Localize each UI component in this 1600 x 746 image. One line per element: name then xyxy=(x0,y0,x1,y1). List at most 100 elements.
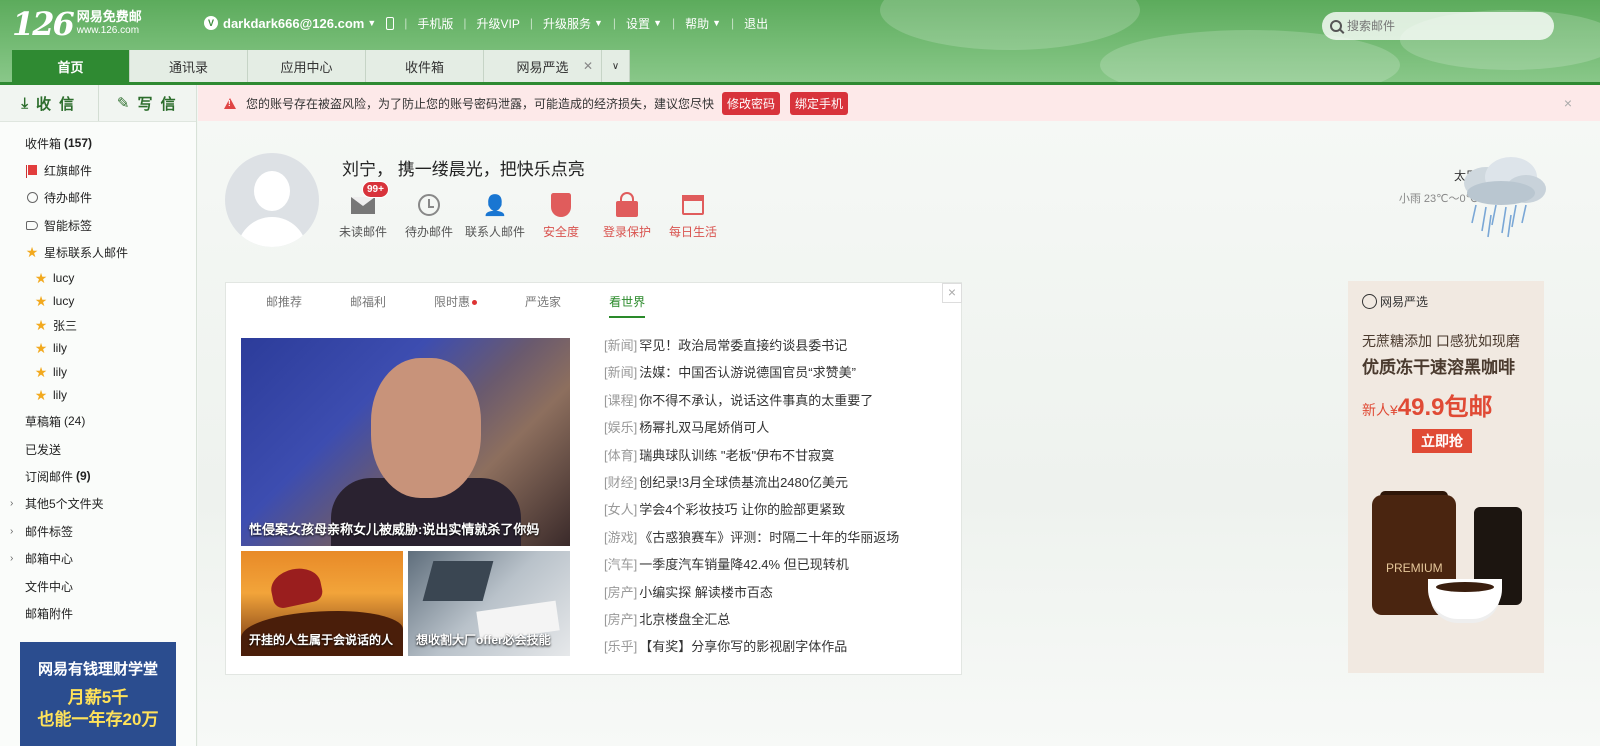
chevron-right-icon[interactable]: › xyxy=(10,526,13,537)
vip-badge-icon: V xyxy=(204,16,218,30)
news-thumb-image[interactable]: 想收割大厂offer必会技能 xyxy=(408,551,570,656)
folder-file-center[interactable]: 文件中心 xyxy=(0,574,196,598)
folder-other-folders[interactable]: › 其他5个文件夹 xyxy=(0,491,196,515)
tab-yanxuan[interactable]: 网易严选 ✕ xyxy=(484,50,602,83)
folder-starred-contacts[interactable]: ★ 星标联系人邮件 xyxy=(0,240,196,264)
close-icon[interactable]: × xyxy=(1564,95,1572,111)
folder-label: 其他5个文件夹 xyxy=(25,496,104,511)
starred-contact-item[interactable]: ★ lucy xyxy=(0,289,196,313)
stat-contact-mail[interactable]: 👤 联系人邮件 xyxy=(462,189,528,240)
news-feature-image[interactable]: 性侵案女孩母亲称女儿被威胁:说出实情就杀了你妈 xyxy=(241,338,570,546)
tab-contacts[interactable]: 通讯录 xyxy=(130,50,248,83)
download-icon: ⤓ xyxy=(21,94,30,112)
chevron-down-icon: ∨ xyxy=(611,61,620,72)
starred-contact-item[interactable]: ★ lily xyxy=(0,383,196,407)
ad-line2: 月薪5千 xyxy=(67,688,129,707)
folder-smart-tags[interactable]: 智能标签 xyxy=(0,213,196,237)
yanxuan-ad[interactable]: 网易严选 无蔗糖添加 口感犹如现磨 优质冻干速溶黑咖啡 新人¥49.9包邮 立即… xyxy=(1348,281,1544,673)
news-tab-world[interactable]: 看世界 xyxy=(609,293,646,318)
phone-icon[interactable] xyxy=(386,16,395,30)
news-item[interactable]: [新闻] 罕见！政治局常委直接约谈县委书记 xyxy=(604,335,899,362)
news-tab-recommend[interactable]: 邮推荐 xyxy=(266,293,302,318)
chevron-down-icon[interactable]: ▼ xyxy=(367,18,376,28)
news-category: [课程] xyxy=(604,392,638,408)
chevron-right-icon[interactable]: › xyxy=(10,553,13,564)
news-tab-welfare[interactable]: 邮福利 xyxy=(350,293,386,318)
folder-sent[interactable]: 已发送 xyxy=(0,437,196,461)
compose-button[interactable]: ✎ 写 信 xyxy=(99,85,197,121)
top-header: 126 网易免费邮 www.126.com V darkdark666@126.… xyxy=(0,0,1600,100)
folder-count: (157) xyxy=(64,136,93,150)
news-title: 你不得不承认，说话这件事真的太重要了 xyxy=(639,392,874,408)
stat-unread[interactable]: 99+ 未读邮件 xyxy=(330,181,396,240)
news-item[interactable]: [汽车] 一季度汽车销量降42.4% 但已现转机 xyxy=(604,554,899,581)
news-close-icon[interactable]: × xyxy=(942,283,962,303)
news-title: 创纪录!3月全球债基流出2480亿美元 xyxy=(639,474,848,490)
buy-now-button[interactable]: 立即抢 xyxy=(1412,429,1472,453)
folder-mail-center[interactable]: › 邮箱中心 xyxy=(0,546,196,570)
starred-contact-item[interactable]: ★ lily xyxy=(0,360,196,384)
news-tab-limited[interactable]: 限时惠 xyxy=(434,293,478,318)
starred-contact-item[interactable]: ★ lily xyxy=(0,336,196,360)
news-item[interactable]: [娱乐] 杨幂扎双马尾娇俏可人 xyxy=(604,417,899,444)
news-item[interactable]: [体育] 瑞典球队训练 "老板"伊布不甘寂寞 xyxy=(604,445,899,472)
news-item[interactable]: [课程] 你不得不承认，说话这件事真的太重要了 xyxy=(604,390,899,417)
tab-app-center[interactable]: 应用中心 xyxy=(248,50,366,83)
stat-todo[interactable]: 待办邮件 xyxy=(396,189,462,240)
sidebar-ad-banner[interactable]: 网易有钱理财学堂 月薪5千 也能一年存20万 xyxy=(20,642,176,746)
nav-settings[interactable]: 设置 xyxy=(626,15,650,32)
nav-logout[interactable]: 退出 xyxy=(744,15,768,32)
search-box[interactable] xyxy=(1322,12,1554,40)
folder-label: 红旗邮件 xyxy=(44,163,93,178)
news-panel: 邮推荐 邮福利 限时惠 严选家 看世界 × 性侵案女孩母亲称女儿被威胁:说出实情… xyxy=(225,282,962,675)
stat-label: 每日生活 xyxy=(668,225,717,239)
close-tab-icon[interactable]: ✕ xyxy=(583,59,593,73)
search-icon[interactable] xyxy=(1330,20,1342,32)
starred-contact-item[interactable]: ★ 张三 xyxy=(0,313,196,337)
news-thumb-image[interactable]: 开挂的人生属于会说话的人 xyxy=(241,551,403,656)
stat-daily-life[interactable]: 每日生活 xyxy=(660,189,726,240)
nav-mobile[interactable]: 手机版 xyxy=(417,15,453,32)
folder-inbox[interactable]: 收件箱 (157) xyxy=(0,131,196,155)
bind-phone-button[interactable]: 绑定手机 xyxy=(790,91,849,115)
news-category: [新闻] xyxy=(604,365,638,381)
logo[interactable]: 126 网易免费邮 www.126.com xyxy=(12,5,142,43)
news-item[interactable]: [女人] 学会4个彩妆技巧 让你的脸部更紧致 xyxy=(604,499,899,526)
news-item[interactable]: [房产] 小编实探 解读楼市百态 xyxy=(604,582,899,609)
tab-home[interactable]: 首页 xyxy=(12,50,130,83)
folder-label: 智能标签 xyxy=(44,218,93,233)
news-list: [新闻] 罕见！政治局常委直接约谈县委书记 [新闻] 法媒：中国否认游说德国官员“求… xyxy=(604,335,899,664)
starred-contact-item[interactable]: ★ lucy xyxy=(0,266,196,290)
folder-flagged[interactable]: 红旗邮件 xyxy=(0,158,196,182)
chevron-right-icon[interactable]: › xyxy=(10,498,13,509)
stat-label: 待办邮件 xyxy=(404,225,453,239)
stat-security[interactable]: 安全度 xyxy=(528,189,594,240)
folder-attachments[interactable]: 邮箱附件 xyxy=(0,601,196,625)
news-category: [乐乎] xyxy=(604,639,638,655)
folder-todo[interactable]: 待办邮件 xyxy=(0,185,196,209)
search-input[interactable] xyxy=(1347,19,1537,33)
nav-upgrade-vip[interactable]: 升级VIP xyxy=(477,15,520,32)
profile-stats: 99+ 未读邮件 待办邮件 👤 联系人邮件 安全度 登录保护 每日生活 xyxy=(330,181,726,240)
folder-subscriptions[interactable]: 订阅邮件 (9) xyxy=(0,464,196,488)
receive-button[interactable]: ⤓ 收 信 xyxy=(0,85,99,121)
tab-inbox[interactable]: 收件箱 xyxy=(366,50,484,83)
news-item[interactable]: [新闻] 法媒：中国否认游说德国官员“求赞美” xyxy=(604,362,899,389)
news-item[interactable]: [乐乎] 【有奖】分享你写的影视剧字体作品 xyxy=(604,636,899,663)
folder-mail-tags[interactable]: › 邮件标签 xyxy=(0,519,196,543)
avatar[interactable] xyxy=(225,153,319,247)
account-name[interactable]: darkdark666@126.com xyxy=(223,16,364,31)
tabs-more-button[interactable]: ∨ xyxy=(602,50,630,83)
stat-login-protect[interactable]: 登录保护 xyxy=(594,189,660,240)
stat-label: 联系人邮件 xyxy=(464,225,525,239)
folder-drafts[interactable]: 草稿箱 (24) xyxy=(0,409,196,433)
change-password-button[interactable]: 修改密码 xyxy=(722,91,781,115)
news-item[interactable]: [游戏] 《古惑狼赛车》评测：时隔二十年的华丽返场 xyxy=(604,527,899,554)
news-title: 小编实探 解读楼市百态 xyxy=(639,584,773,600)
nav-upgrade-service[interactable]: 升级服务 xyxy=(543,15,591,32)
news-tab-yanxuan[interactable]: 严选家 xyxy=(525,293,561,318)
nav-help[interactable]: 帮助 xyxy=(685,15,709,32)
folder-label: 星标联系人邮件 xyxy=(44,245,129,260)
news-item[interactable]: [财经] 创纪录!3月全球债基流出2480亿美元 xyxy=(604,472,899,499)
news-item[interactable]: [房产] 北京楼盘全汇总 xyxy=(604,609,899,636)
